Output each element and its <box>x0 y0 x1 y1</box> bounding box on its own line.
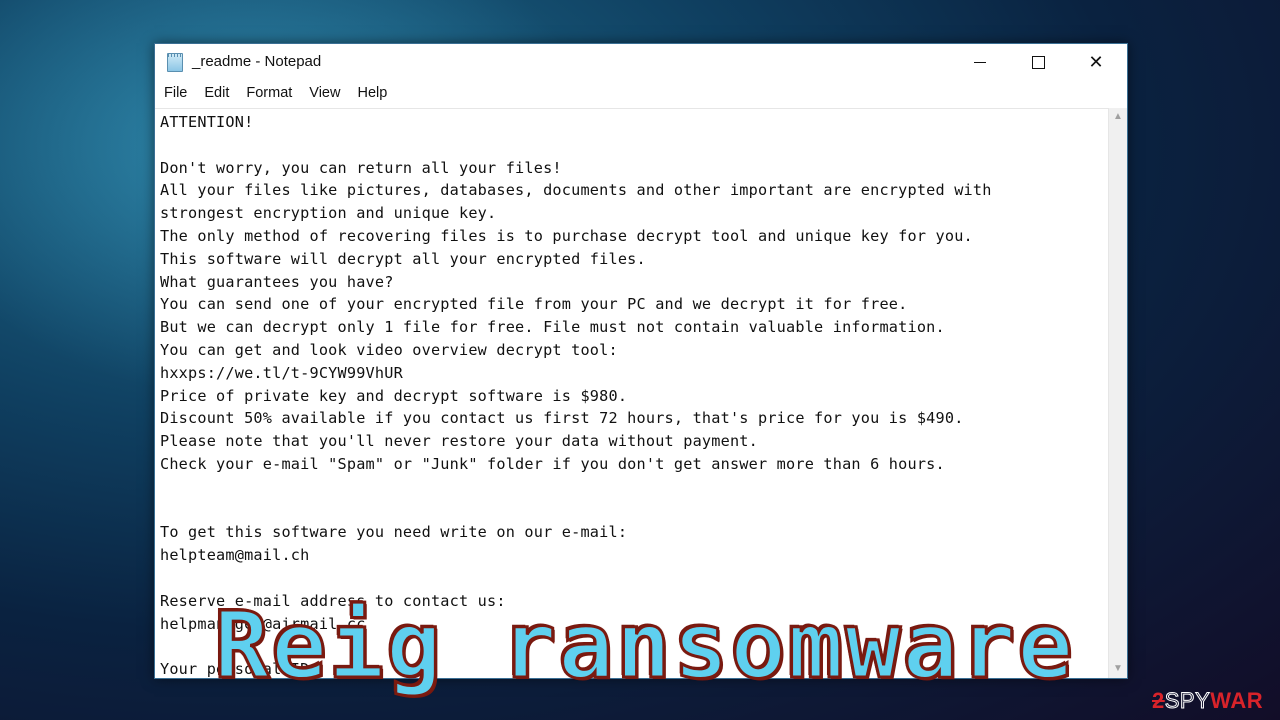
close-icon: ✕ <box>1088 51 1104 72</box>
menu-help[interactable]: Help <box>348 85 395 101</box>
window-title: _readme - Notepad <box>192 53 322 70</box>
scroll-up-icon[interactable]: ▲ <box>1109 108 1127 126</box>
logo-part-spy: SPY <box>1164 688 1211 714</box>
menu-format[interactable]: Format <box>237 85 300 101</box>
overlay-title: Reig ransomware <box>213 591 1075 701</box>
scroll-down-icon[interactable]: ▼ <box>1109 660 1127 678</box>
title-bar[interactable]: _readme - Notepad ✕ <box>155 44 1127 80</box>
menu-file[interactable]: File <box>155 85 195 101</box>
logo-part-war: WAR <box>1210 688 1264 713</box>
maximize-icon <box>1031 55 1045 69</box>
menu-edit[interactable]: Edit <box>195 85 237 101</box>
close-button[interactable]: ✕ <box>1067 44 1125 80</box>
notepad-window: _readme - Notepad ✕ File Edit Format Vie… <box>154 43 1128 679</box>
logo-part-2: 2 <box>1152 688 1165 713</box>
minimize-button[interactable] <box>951 44 1009 80</box>
menu-bar: File Edit Format View Help <box>155 80 1127 106</box>
watermark-logo: 2SPYWAR <box>1152 688 1263 714</box>
minimize-icon <box>974 61 986 63</box>
maximize-button[interactable] <box>1009 44 1067 80</box>
menu-view[interactable]: View <box>300 85 348 101</box>
notepad-icon <box>167 53 183 72</box>
vertical-scrollbar[interactable]: ▲ ▼ <box>1108 108 1127 678</box>
